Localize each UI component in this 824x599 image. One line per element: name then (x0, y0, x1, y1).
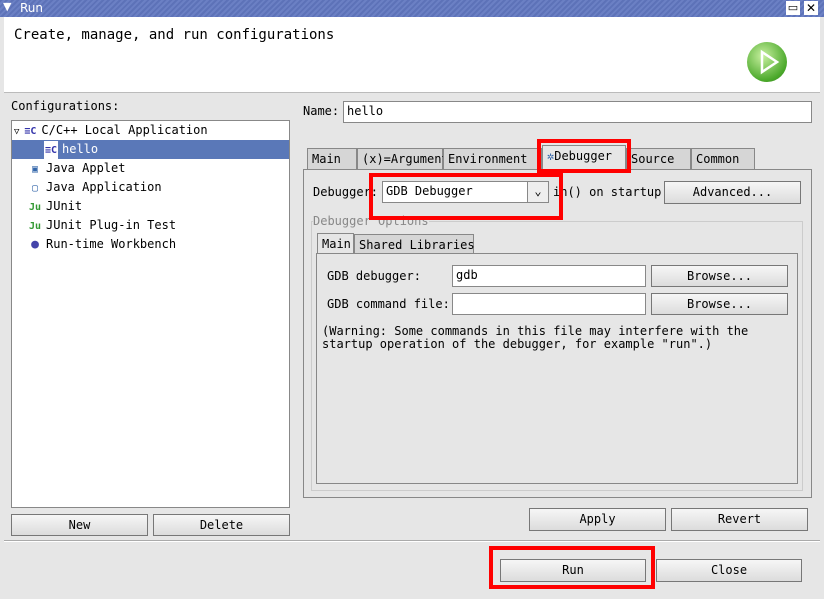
inner-tab-panel (316, 253, 798, 484)
header-description: Create, manage, and run configurations (14, 27, 335, 43)
highlight-debugger-select (369, 173, 563, 220)
tree-item-junit-plugin-test[interactable]: Ju JUnit Plug-in Test (12, 216, 289, 235)
separator (4, 540, 820, 542)
browse-gdb-command-file-button[interactable]: Browse... (651, 293, 788, 315)
name-label: Name: (303, 104, 340, 118)
advanced-button[interactable]: Advanced... (664, 181, 801, 204)
tree-item-junit[interactable]: Ju JUnit (12, 197, 289, 216)
apply-button[interactable]: Apply (529, 508, 666, 531)
gdb-debugger-input[interactable]: gdb (452, 265, 646, 287)
tree-item-label: JUnit (46, 199, 83, 213)
highlight-run-button (489, 546, 655, 589)
tab-source[interactable]: Source (626, 148, 691, 169)
tree-item-label: JUnit Plug-in Test (46, 218, 177, 232)
tree-item-cpp-local-application[interactable]: ▽ ≡C C/C++ Local Application (12, 121, 289, 140)
java-applet-icon: ▣ (31, 164, 39, 175)
inner-tab-main[interactable]: Main (317, 233, 354, 254)
warning-text: (Warning: Some commands in this file may… (322, 324, 749, 351)
new-button[interactable]: New (11, 514, 148, 536)
tree-item-label: C/C++ Local Application (41, 123, 208, 137)
c-app-icon: ≡C (24, 126, 37, 137)
tab-common[interactable]: Common (691, 148, 755, 169)
java-app-icon: ▢ (31, 183, 39, 194)
tree-item-hello[interactable]: ≡C hello (12, 140, 289, 160)
tab-label: (x)=Arguments (362, 152, 456, 166)
junit-plugin-icon: Ju (28, 221, 42, 232)
tab-main[interactable]: Main (307, 148, 357, 169)
window-menu-icon[interactable]: ▼ (3, 0, 11, 13)
configurations-tree[interactable]: ▽ ≡C C/C++ Local Application ≡C hello ▣ Java… (11, 120, 290, 508)
delete-button[interactable]: Delete (153, 514, 290, 536)
close-window-icon[interactable]: ✕ (804, 1, 818, 15)
run-banner-icon (747, 42, 787, 82)
gdb-command-file-input[interactable] (452, 293, 646, 315)
tab-label: Common (696, 152, 740, 166)
c-app-icon: ≡C (44, 141, 58, 160)
highlight-debugger-tab (537, 139, 631, 173)
tree-item-label: Run-time Workbench (46, 237, 177, 251)
configurations-label: Configurations: (11, 99, 120, 113)
close-button[interactable]: Close (656, 559, 802, 582)
maximize-icon[interactable]: ▭ (786, 1, 800, 15)
tree-item-label: Java Applet (46, 161, 126, 175)
window-title: Run (20, 1, 44, 15)
dialog-header: Create, manage, and run configurations (4, 17, 820, 93)
tab-label: Main (322, 237, 351, 251)
workbench-icon: ● (31, 237, 39, 252)
gdb-debugger-label: GDB debugger: (327, 269, 421, 283)
tab-environment[interactable]: Environment (443, 148, 542, 169)
revert-button[interactable]: Revert (671, 508, 808, 531)
tree-item-java-applet[interactable]: ▣ Java Applet (12, 159, 289, 178)
tree-item-label: Java Application (46, 180, 162, 194)
tab-label: Main (312, 152, 341, 166)
tree-item-label: hello (62, 142, 99, 156)
gdb-command-file-label: GDB command file: (327, 297, 450, 311)
tab-label: Source (631, 152, 675, 166)
browse-gdb-debugger-button[interactable]: Browse... (651, 265, 788, 287)
stop-on-startup-text: in() on startup (553, 185, 662, 199)
title-bar: ▼ Run ▭ ✕ (0, 0, 824, 17)
junit-icon: Ju (28, 202, 42, 213)
inner-tab-shared-libraries[interactable]: Shared Libraries (354, 234, 475, 253)
tab-label: Shared Libraries (359, 238, 475, 252)
tree-item-java-application[interactable]: ▢ Java Application (12, 178, 289, 197)
tree-item-runtime-workbench[interactable]: ● Run-time Workbench (12, 235, 289, 254)
tab-label: Environment (448, 152, 528, 166)
tab-arguments[interactable]: (x)=Arguments (357, 148, 456, 169)
name-input[interactable]: hello (343, 101, 812, 123)
